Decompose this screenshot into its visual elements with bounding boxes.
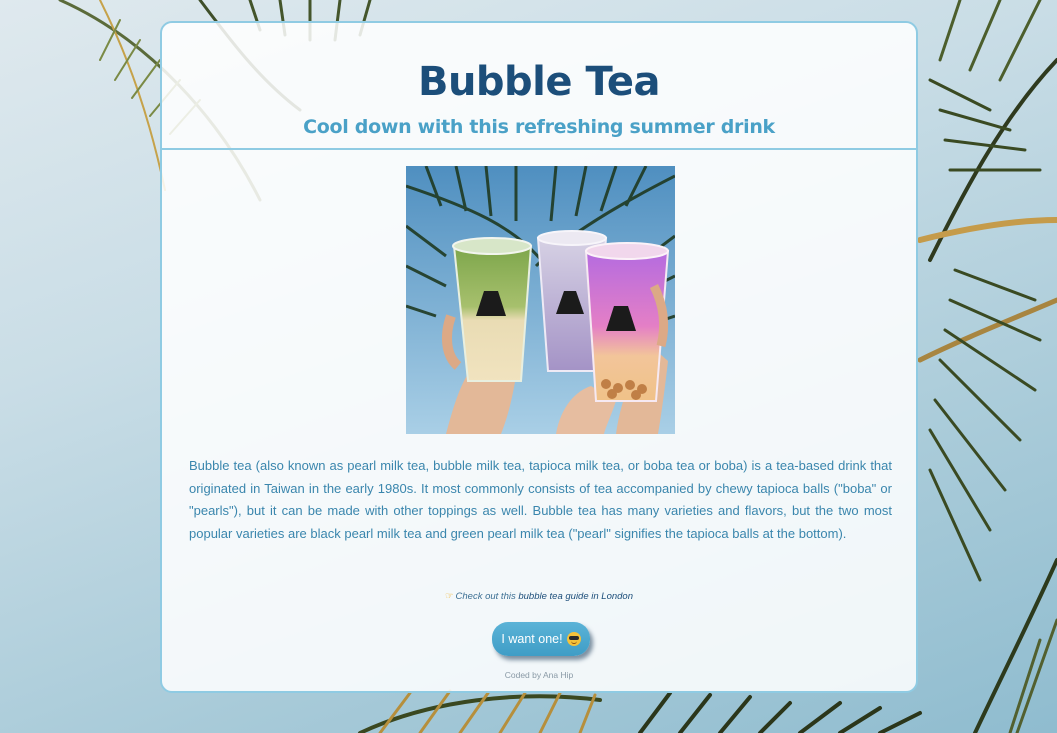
guide-line: ☞ Check out this bubble tea guide in Lond… [162, 591, 916, 602]
bubble-tea-photo [406, 166, 675, 434]
i-want-one-button[interactable]: I want one! [492, 622, 590, 656]
page-subtitle: Cool down with this refreshing summer dr… [303, 116, 775, 138]
footer-credit: Coded by Ana Hip [504, 670, 574, 680]
page-title: Bubble Tea [417, 59, 661, 105]
guide-prefix: Check out this [455, 591, 516, 602]
pointing-hand-icon: ☞ [444, 591, 454, 602]
card-header: Bubble Tea Cool down with this refreshin… [162, 23, 916, 150]
bubble-tea-description: Bubble tea (also known as pearl milk tea… [189, 458, 892, 541]
button-label: I want one! [501, 632, 563, 646]
recipe-card: Bubble Tea Cool down with this refreshin… [160, 21, 918, 693]
guide-link[interactable]: bubble tea guide in London [518, 591, 633, 602]
sunglasses-face-icon [566, 632, 581, 646]
